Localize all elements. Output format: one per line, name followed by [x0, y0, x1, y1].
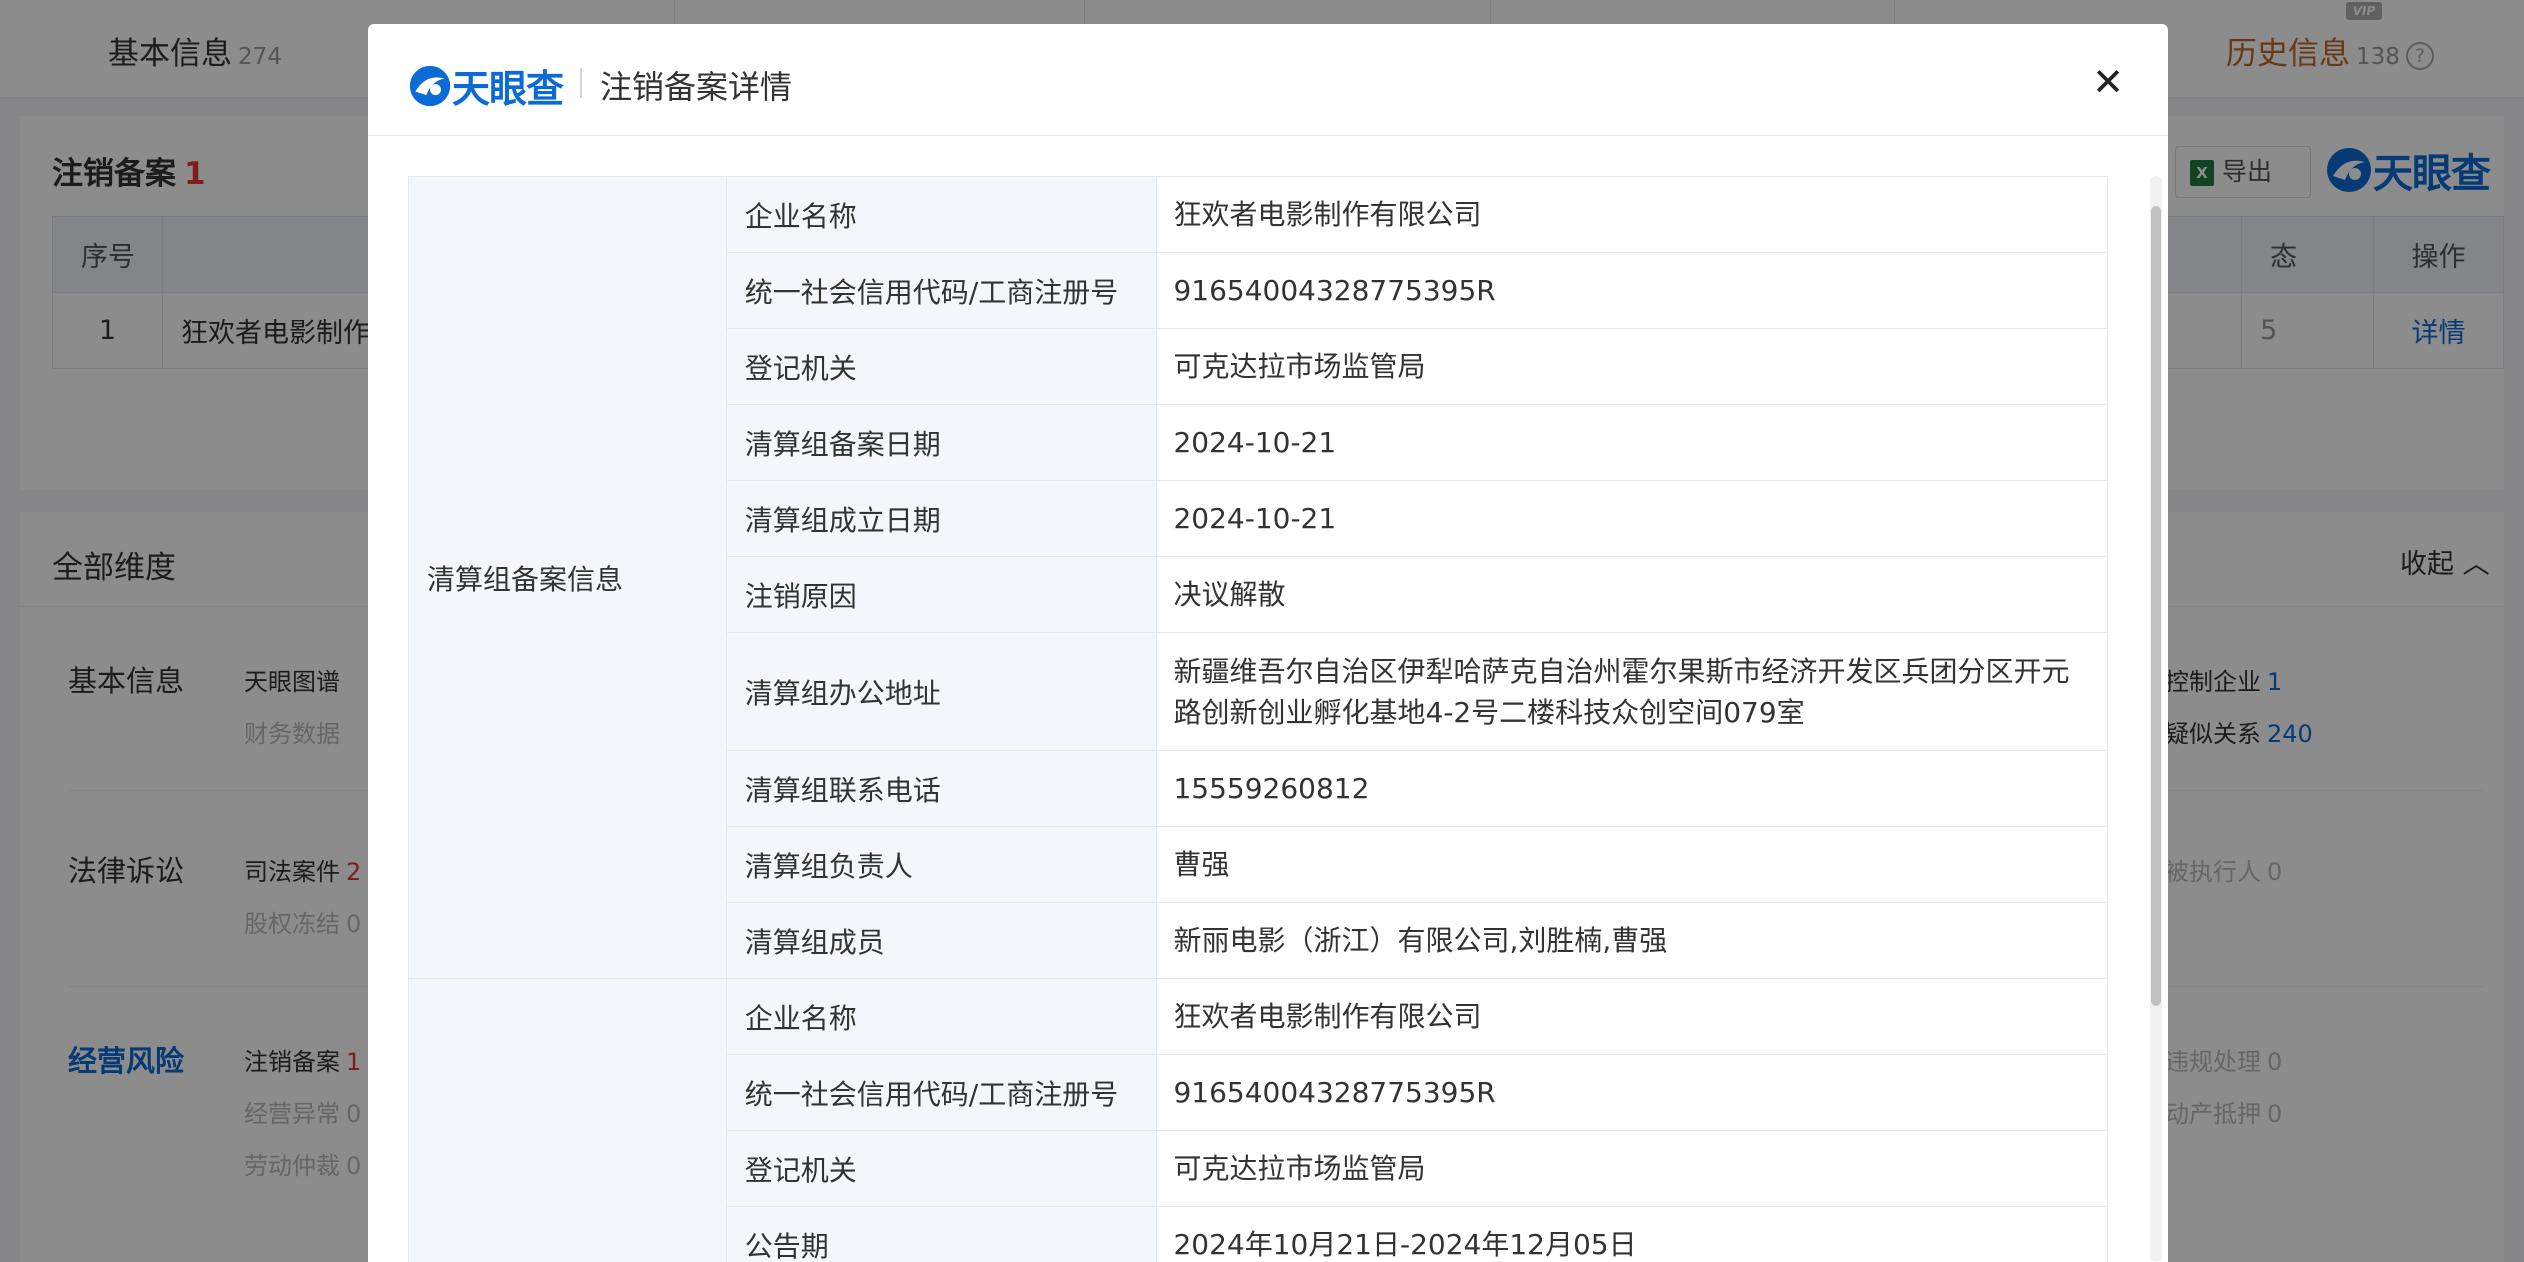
scrollbar[interactable] — [2150, 176, 2162, 1262]
close-icon[interactable]: ✕ — [2088, 62, 2128, 102]
field-label: 企业名称 — [725, 978, 1158, 1055]
field-value: 新丽电影（浙江）有限公司,刘胜楠,曹强 — [1156, 902, 2108, 979]
cancellation-detail-modal: 天眼查 注销备案详情 ✕ 清算组备案信息 企业名称 狂欢者电影制作有限公司 统一… — [368, 24, 2168, 1262]
field-value: 可克达拉市场监管局 — [1156, 328, 2108, 405]
tianyancha-logo-icon — [409, 65, 451, 106]
field-label: 清算组备案日期 — [725, 404, 1158, 481]
field-label: 企业名称 — [725, 176, 1158, 253]
field-value: 2024年10月21日-2024年12月05日 — [1156, 1206, 2108, 1262]
modal-title: 注销备案详情 — [600, 68, 793, 106]
field-value: 91654004328775395R — [1156, 1054, 2108, 1131]
field-value: 可克达拉市场监管局 — [1156, 1130, 2108, 1207]
field-label: 登记机关 — [725, 328, 1158, 405]
field-value: 狂欢者电影制作有限公司 — [1156, 176, 2108, 253]
field-label: 注销原因 — [725, 556, 1158, 633]
field-label: 清算组成员 — [725, 902, 1158, 979]
field-label: 登记机关 — [725, 1130, 1158, 1207]
field-value: 15559260812 — [1156, 750, 2108, 827]
field-value: 新疆维吾尔自治区伊犁哈萨克自治州霍尔果斯市经济开发区兵团分区开元路创新创业孵化基… — [1156, 632, 2108, 751]
field-label: 清算组负责人 — [725, 826, 1158, 903]
field-label: 公告期 — [725, 1206, 1158, 1262]
field-label: 清算组联系电话 — [725, 750, 1158, 827]
table-row: 企业名称 狂欢者电影制作有限公司 — [408, 978, 2108, 1262]
header-separator — [580, 68, 582, 98]
field-label: 清算组成立日期 — [725, 480, 1158, 557]
field-value: 2024-10-21 — [1156, 404, 2108, 481]
tianyancha-logo: 天眼查 — [408, 58, 564, 113]
modal-header: 天眼查 注销备案详情 ✕ — [368, 24, 2168, 136]
detail-table: 清算组备案信息 企业名称 狂欢者电影制作有限公司 统一社会信用代码/工商注册号 … — [408, 176, 2108, 1262]
group-label: 清算组备案信息 — [408, 176, 727, 979]
field-label: 统一社会信用代码/工商注册号 — [725, 252, 1158, 329]
scrollbar-thumb[interactable] — [2151, 206, 2161, 1006]
field-label: 统一社会信用代码/工商注册号 — [725, 1054, 1158, 1131]
field-value: 曹强 — [1156, 826, 2108, 903]
modal-body: 清算组备案信息 企业名称 狂欢者电影制作有限公司 统一社会信用代码/工商注册号 … — [408, 176, 2108, 1262]
field-value: 狂欢者电影制作有限公司 — [1156, 978, 2108, 1055]
field-value: 91654004328775395R — [1156, 252, 2108, 329]
field-label: 清算组办公地址 — [725, 632, 1158, 751]
table-row: 清算组备案信息 企业名称 狂欢者电影制作有限公司 — [408, 176, 2108, 979]
group-label — [408, 978, 727, 1262]
field-value: 2024-10-21 — [1156, 480, 2108, 557]
field-value: 决议解散 — [1156, 556, 2108, 633]
logo-text: 天眼查 — [452, 67, 564, 111]
